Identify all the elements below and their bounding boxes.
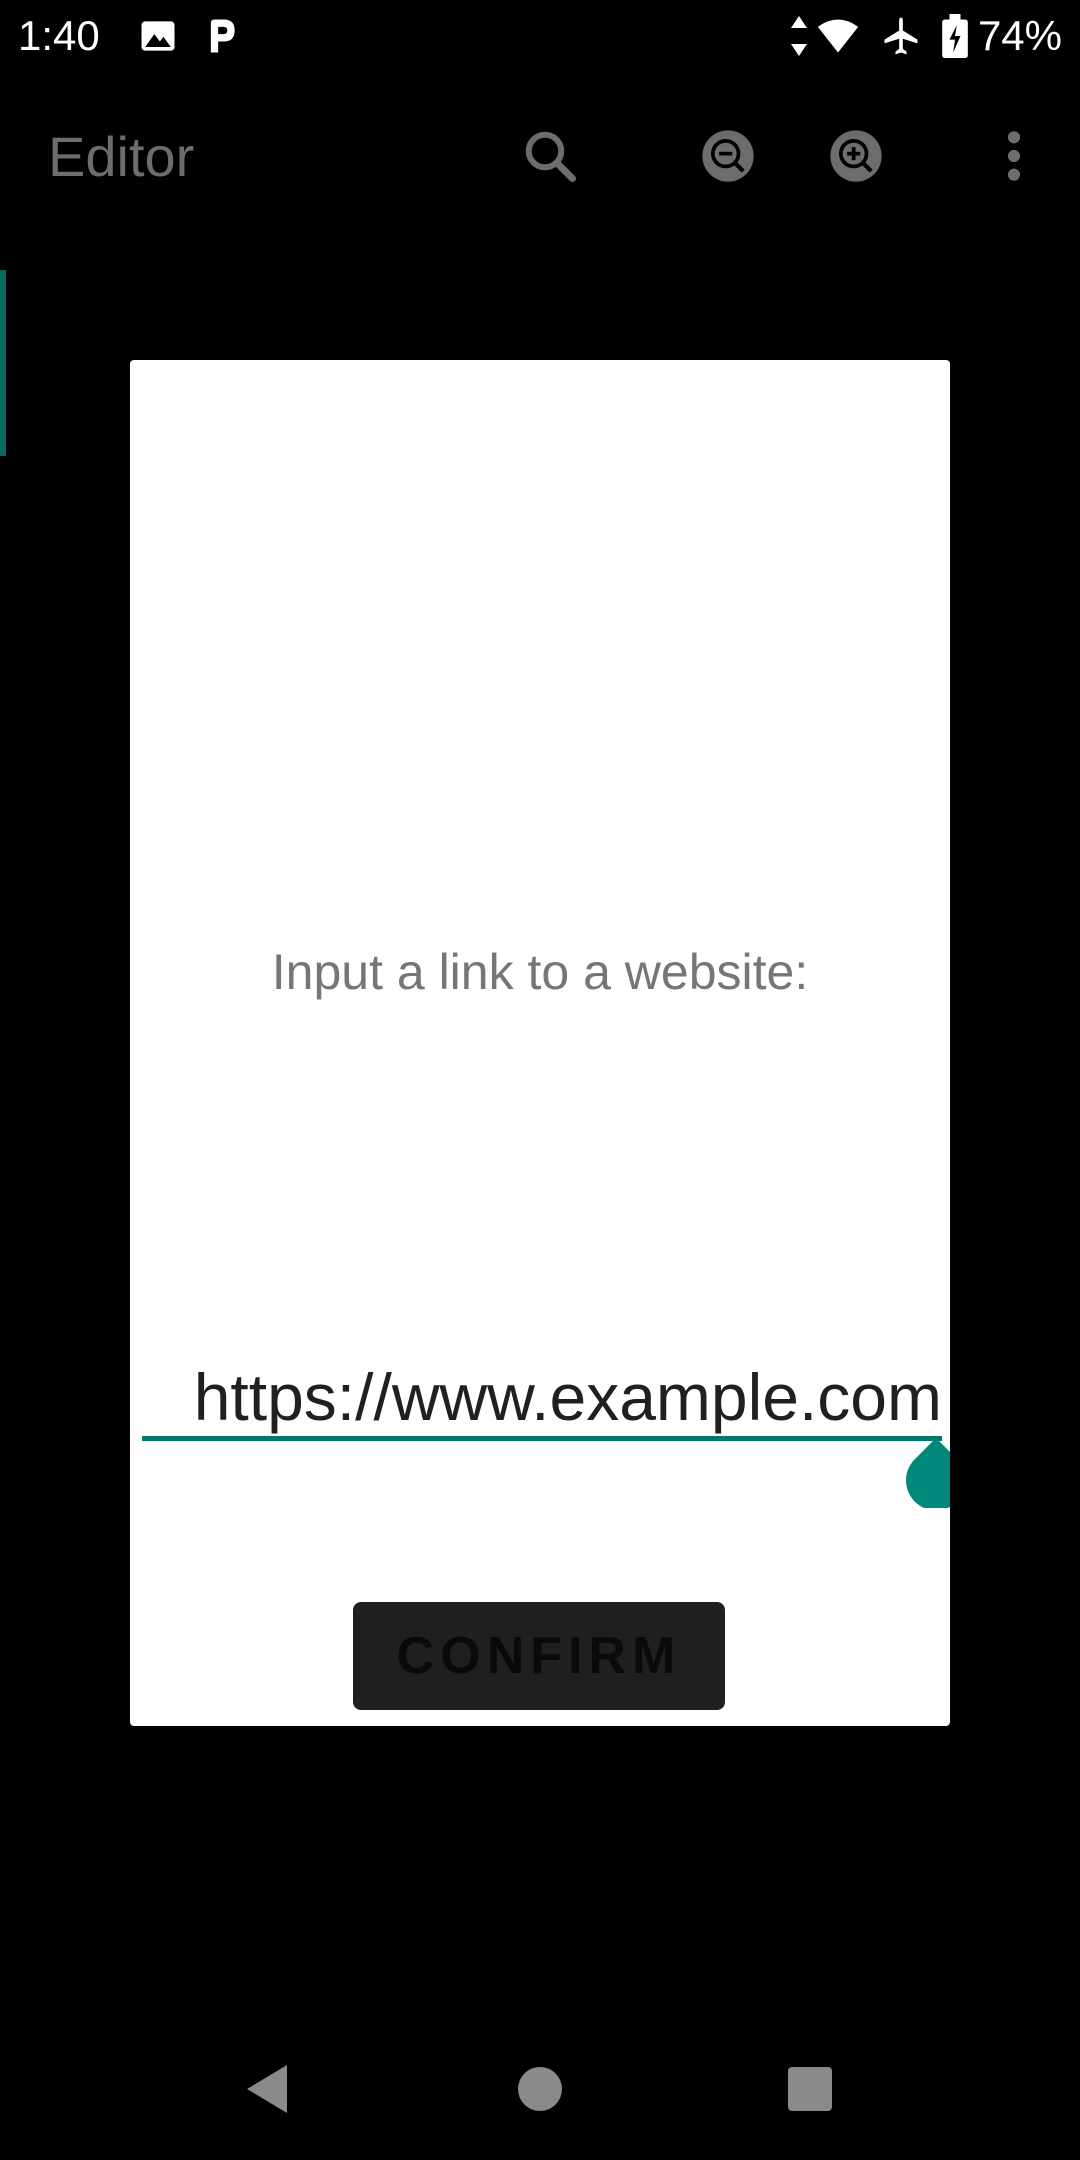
zoom-out-button[interactable] xyxy=(692,120,764,192)
url-input-underline xyxy=(142,1436,942,1441)
back-icon xyxy=(247,2065,287,2113)
home-button[interactable] xyxy=(505,2054,575,2124)
p-app-icon xyxy=(210,19,235,53)
drawer-edge-indicator xyxy=(0,270,6,456)
dialog-message: Input a link to a website: xyxy=(271,944,809,1000)
search-button[interactable] xyxy=(514,120,586,192)
confirm-button[interactable]: CONFIRM xyxy=(353,1602,725,1710)
recents-button[interactable] xyxy=(775,2054,845,2124)
link-input-dialog: Input a link to a website: https://www.e… xyxy=(130,360,950,1726)
wifi-icon xyxy=(817,19,859,53)
app-bar: Editor xyxy=(0,72,1080,244)
back-button[interactable] xyxy=(232,2054,302,2124)
system-nav-bar xyxy=(0,2016,1080,2160)
status-bar: 1:40 74% xyxy=(0,0,1080,72)
zoom-in-icon xyxy=(830,130,882,182)
search-icon xyxy=(525,131,576,182)
image-icon xyxy=(141,21,175,51)
airplane-icon xyxy=(884,17,918,55)
status-time: 1:40 xyxy=(18,12,100,59)
more-vert-icon xyxy=(1007,131,1021,181)
zoom-in-button[interactable] xyxy=(820,120,892,192)
more-options-button[interactable] xyxy=(978,120,1050,192)
zoom-out-icon xyxy=(702,130,754,182)
battery-percent: 74% xyxy=(977,12,1062,59)
home-icon xyxy=(518,2067,562,2111)
text-cursor-handle-icon[interactable] xyxy=(904,1438,950,1508)
recents-icon xyxy=(788,2067,832,2111)
battery-icon xyxy=(942,14,968,58)
app-title: Editor xyxy=(48,125,195,188)
